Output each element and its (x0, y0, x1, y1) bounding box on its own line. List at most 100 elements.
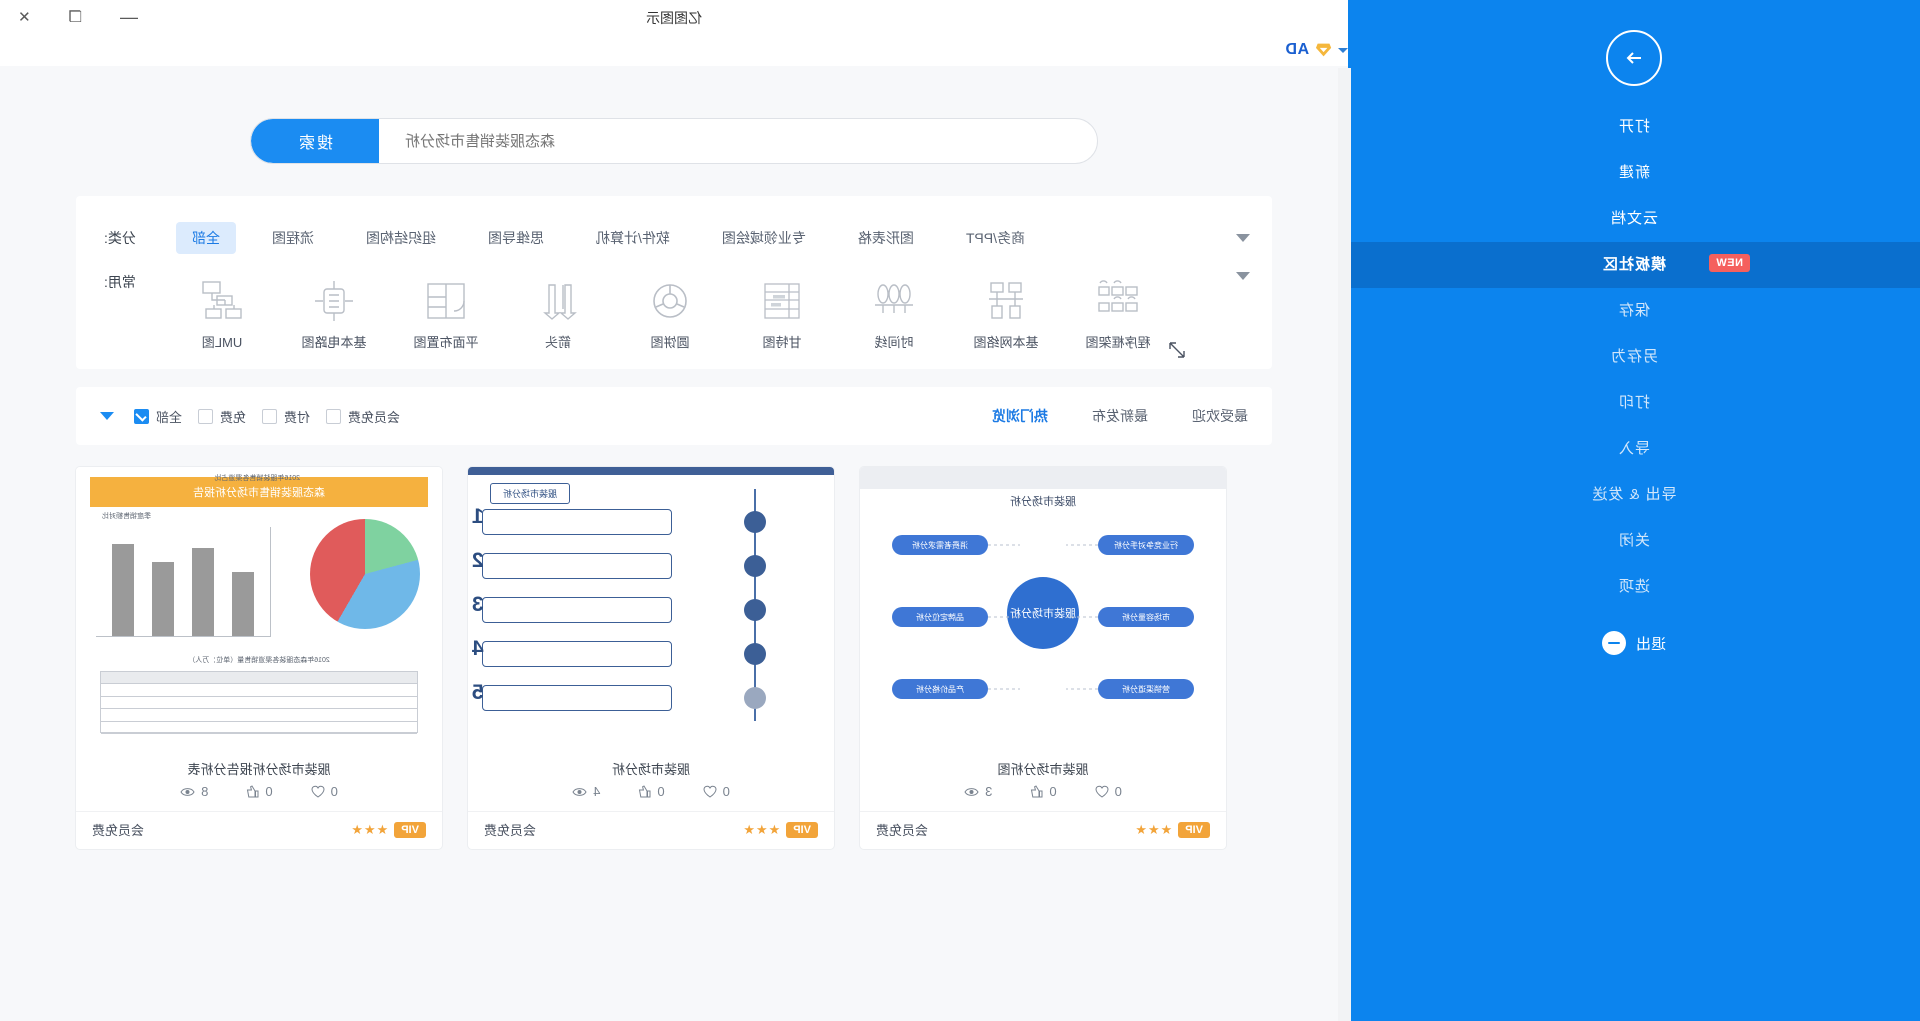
common-item-label: 箭头 (545, 335, 572, 350)
network-diagram-icon (950, 272, 1062, 330)
minimize-button[interactable]: — (120, 7, 138, 27)
sidebar-item-new[interactable]: 新建 (1348, 150, 1920, 196)
chevron-down-icon-categories[interactable] (1236, 234, 1250, 242)
scrollbar[interactable] (1338, 68, 1351, 1021)
price-filter-label: 免费 (220, 409, 247, 425)
sidebar-item-open[interactable]: 打开 (1348, 104, 1920, 150)
category-chip-flowchart[interactable]: 流程图 (256, 222, 330, 254)
price-filter-label: 会员免费 (348, 409, 401, 425)
ad-label: AD (1285, 41, 1310, 58)
category-chip-business-ppt[interactable]: 商务/PPT (950, 222, 1041, 254)
timeline-icon (838, 272, 950, 330)
category-chip-software[interactable]: 软件/计算机 (580, 222, 686, 254)
step-number: 2 (472, 549, 484, 572)
sidebar-item-template-community[interactable]: 模板社区 NEW (1348, 242, 1920, 288)
stat-favorites[interactable]: 0 (311, 784, 338, 799)
price-filter-paid[interactable]: 付费 (262, 407, 310, 426)
common-item-gantt[interactable]: 甘特图 (726, 272, 838, 351)
common-item-circuit[interactable]: 基本电路图 (278, 272, 390, 351)
sidebar-item-label: 保存 (1618, 302, 1651, 319)
timeline-dot (744, 511, 766, 533)
bar-chart-title: 季度销售额对比 (102, 513, 151, 520)
common-items: UML图 基本电路图 平面布置图 箭头 圆饼图 甘特图 时间线 基本网络图 程序… (166, 272, 1222, 351)
sidebar-item-save[interactable]: 保存 (1348, 288, 1920, 334)
template-stats: 4 0 0 (468, 784, 834, 811)
checkbox-paid[interactable] (262, 408, 278, 424)
template-thumbnail: 服装市场分析 服装市场分析 行业竞争对手分析 消费者需求分析 市场容量分析 品牌… (860, 467, 1226, 747)
checkbox-free[interactable] (198, 408, 214, 424)
common-item-program-framework[interactable]: 程序框架图 (1062, 272, 1174, 351)
eye-icon (180, 787, 195, 796)
template-card[interactable]: 服装市场分析 1 2 3 4 5 服装市场分析 4 0 0 会员免费 ★★★ V… (468, 467, 834, 849)
tab-most-liked[interactable]: 最受欢迎 (1192, 406, 1248, 426)
common-item-arrows[interactable]: 箭头 (502, 272, 614, 351)
circuit-diagram-icon (278, 272, 390, 330)
back-button[interactable] (1606, 30, 1662, 86)
chevron-down-icon-common[interactable] (1236, 272, 1250, 280)
sidebar-item-exit[interactable]: 退出 (1348, 620, 1920, 666)
close-button[interactable]: ✕ (18, 9, 31, 26)
stat-favorites[interactable]: 0 (703, 784, 730, 799)
exit-label: 退出 (1636, 635, 1667, 653)
common-item-timeline[interactable]: 时间线 (838, 272, 950, 351)
likes-count: 0 (657, 784, 665, 799)
favorites-count: 0 (330, 784, 338, 799)
rating-stars: ★★★ (742, 821, 781, 837)
template-card[interactable]: 森态服装销售市场分析报告 2016年服装销售各渠道占比 季度销售额对比 2016… (76, 467, 442, 849)
category-chip-charts-tables[interactable]: 图形表格 (842, 222, 930, 254)
stat-views: 3 (964, 784, 992, 799)
sidebar-item-cloud-docs[interactable]: 云文档 (1348, 196, 1920, 242)
price-filter-free[interactable]: 免费 (198, 407, 246, 426)
chevron-down-icon[interactable] (1338, 47, 1348, 53)
sidebar-item-close[interactable]: 关闭 (1348, 518, 1920, 564)
sidebar-item-import[interactable]: 导入 (1348, 426, 1920, 472)
tab-newest[interactable]: 最新发布 (1092, 406, 1148, 426)
pie-legend-label: 2016年服装销售各渠道占比 (214, 475, 300, 482)
chevron-down-icon-price-filter[interactable] (100, 412, 114, 420)
category-chip-org-chart[interactable]: 组织结构图 (350, 222, 452, 254)
sidebar-item-label: 打印 (1618, 394, 1651, 411)
common-item-label: UML图 (201, 335, 243, 350)
sidebar-item-label: 云文档 (1610, 210, 1659, 227)
template-price-row: 会员免费 ★★★ VIP (76, 811, 442, 849)
window-controls: — ❐ ✕ (18, 0, 138, 34)
category-chip-all[interactable]: 全部 (176, 222, 236, 254)
common-item-floorplan[interactable]: 平面布置图 (390, 272, 502, 351)
expand-arrows-icon[interactable] (1168, 341, 1186, 359)
category-chip-mindmap[interactable]: 思维导图 (472, 222, 560, 254)
sidebar-item-options[interactable]: 选项 (1348, 564, 1920, 610)
checkbox-member-free[interactable] (326, 408, 342, 424)
search-button[interactable]: 搜索 (251, 119, 379, 163)
common-item-pie-chart[interactable]: 圆饼图 (614, 272, 726, 351)
timeline-dot (744, 643, 766, 665)
common-row: 常用: UML图 基本电路图 平面布置图 箭头 圆饼图 甘特图 时间线 基本网络… (76, 266, 1272, 351)
search-input[interactable] (379, 119, 1097, 163)
template-stats: 3 0 0 (860, 784, 1226, 811)
sidebar-item-save-as[interactable]: 另存为 (1348, 334, 1920, 380)
price-filter-label: 全部 (156, 409, 183, 425)
common-item-network[interactable]: 基本网络图 (950, 272, 1062, 351)
data-table-graphic (100, 671, 418, 734)
template-card[interactable]: 服装市场分析 服装市场分析 行业竞争对手分析 消费者需求分析 市场容量分析 品牌… (860, 467, 1226, 849)
sidebar-item-print[interactable]: 打印 (1348, 380, 1920, 426)
stat-likes[interactable]: 0 (638, 784, 665, 799)
checkbox-all[interactable] (134, 408, 149, 424)
category-chip-professional[interactable]: 专业领域绘图 (706, 222, 822, 254)
sidebar-item-label: 模板社区 (1602, 256, 1667, 273)
search-box: 搜索 (250, 118, 1098, 164)
restore-button[interactable]: ❐ (69, 9, 82, 26)
price-filter-all[interactable]: 全部 (134, 407, 182, 426)
common-item-uml[interactable]: UML图 (166, 272, 278, 351)
sidebar-item-export-send[interactable]: 导出 & 发送 (1348, 472, 1920, 518)
stat-likes[interactable]: 0 (1030, 784, 1057, 799)
tab-popular[interactable]: 热门浏览 (992, 406, 1048, 426)
timeline-row (482, 597, 672, 623)
mindmap-connectors (988, 544, 1098, 690)
common-item-label: 圆饼图 (650, 335, 690, 350)
heart-icon (703, 785, 717, 798)
sidebar-item-label: 导入 (1618, 440, 1651, 457)
stat-favorites[interactable]: 0 (1095, 784, 1122, 799)
price-filter-member-free[interactable]: 会员免费 (326, 407, 400, 426)
stat-likes[interactable]: 0 (246, 784, 273, 799)
gantt-chart-icon (726, 272, 838, 330)
